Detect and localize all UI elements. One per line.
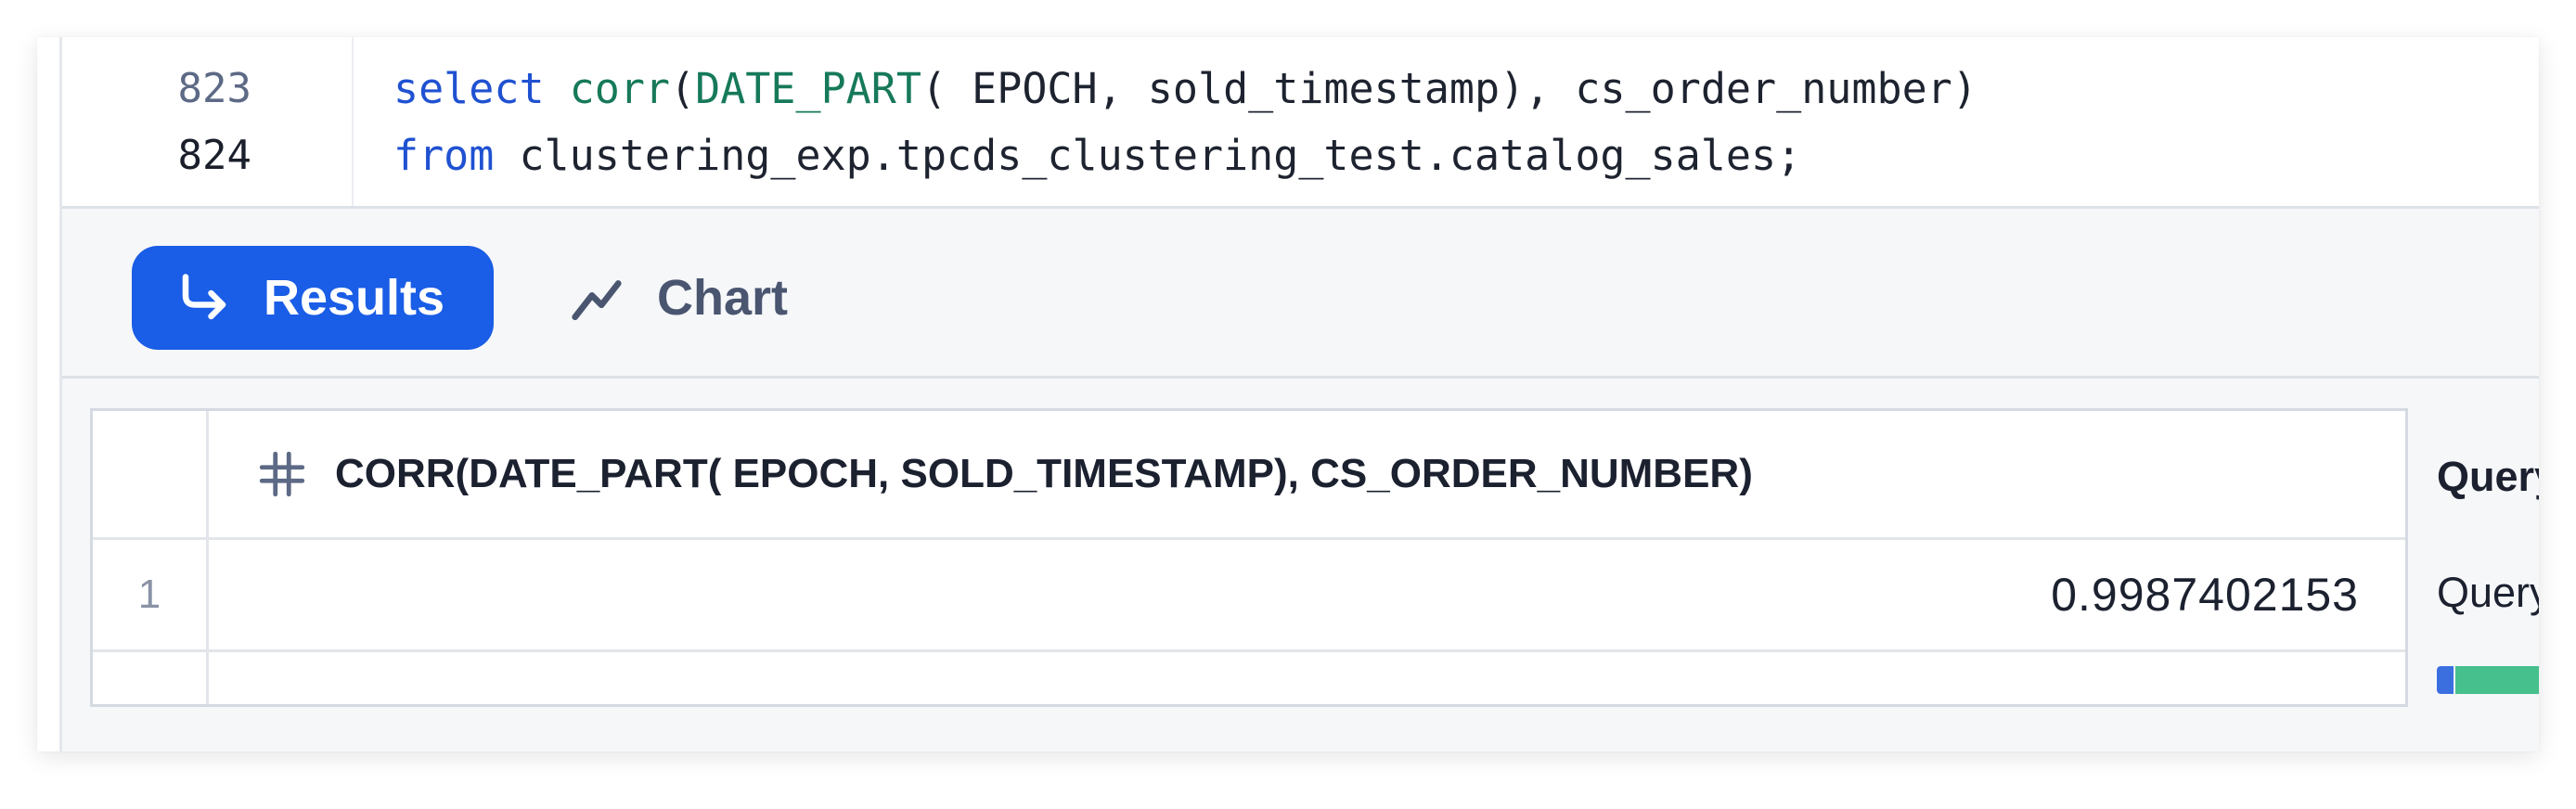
rows-label: Rows — [2437, 743, 2539, 751]
column-header[interactable]: CORR(DATE_PART( EPOCH, SOLD_TIMESTAMP), … — [255, 411, 1753, 537]
sql-text: clustering_exp.tpcds_clustering_test.cat… — [494, 131, 1802, 180]
duration-execute-segment — [2455, 666, 2539, 694]
code-line[interactable]: select corr(DATE_PART( EPOCH, sold_times… — [393, 56, 1977, 122]
row-separator — [93, 649, 2405, 652]
line-number: 823 — [177, 65, 251, 112]
sql-keyword: from — [393, 131, 495, 180]
query-worksheet-panel: 823 824 select corr(DATE_PART( EPOCH, so… — [37, 37, 2539, 751]
line-number: 824 — [177, 132, 251, 179]
tab-chart-label: Chart — [657, 270, 789, 326]
hash-icon — [259, 451, 305, 497]
sql-function: corr — [569, 64, 671, 113]
query-duration-bar[interactable] — [2437, 666, 2539, 694]
sql-editor[interactable]: 823 824 select corr(DATE_PART( EPOCH, so… — [62, 37, 2539, 206]
query-duration-label: Query du — [2437, 569, 2539, 616]
results-grid: CORR(DATE_PART( EPOCH, SOLD_TIMESTAMP), … — [90, 408, 2408, 707]
index-column-separator — [206, 411, 209, 704]
sql-function: DATE_PART — [695, 64, 921, 113]
tab-results[interactable]: Results — [132, 246, 494, 350]
tab-results-label: Results — [264, 270, 445, 326]
results-area: CORR(DATE_PART( EPOCH, SOLD_TIMESTAMP), … — [62, 379, 2539, 751]
row-index: 1 — [137, 571, 161, 617]
query-details-title: Query De — [2437, 453, 2539, 500]
sql-text: ( — [670, 64, 696, 113]
tab-chart[interactable]: Chart — [568, 246, 788, 350]
code-line[interactable]: from clustering_exp.tpcds_clustering_tes… — [393, 122, 1801, 189]
line-chart-icon — [572, 280, 622, 321]
table-cell[interactable]: 0.9987402153 — [2051, 540, 2359, 649]
column-header-label: CORR(DATE_PART( EPOCH, SOLD_TIMESTAMP), … — [335, 451, 1753, 496]
results-toolbar: Results Chart — [62, 209, 2539, 376]
sql-keyword: select — [393, 64, 545, 113]
line-number-gutter: 823 824 — [62, 37, 354, 206]
duration-compile-segment — [2437, 666, 2454, 694]
sql-text: ( EPOCH, sold_timestamp), cs_order_numbe… — [921, 64, 1977, 113]
return-arrow-icon — [182, 274, 226, 320]
